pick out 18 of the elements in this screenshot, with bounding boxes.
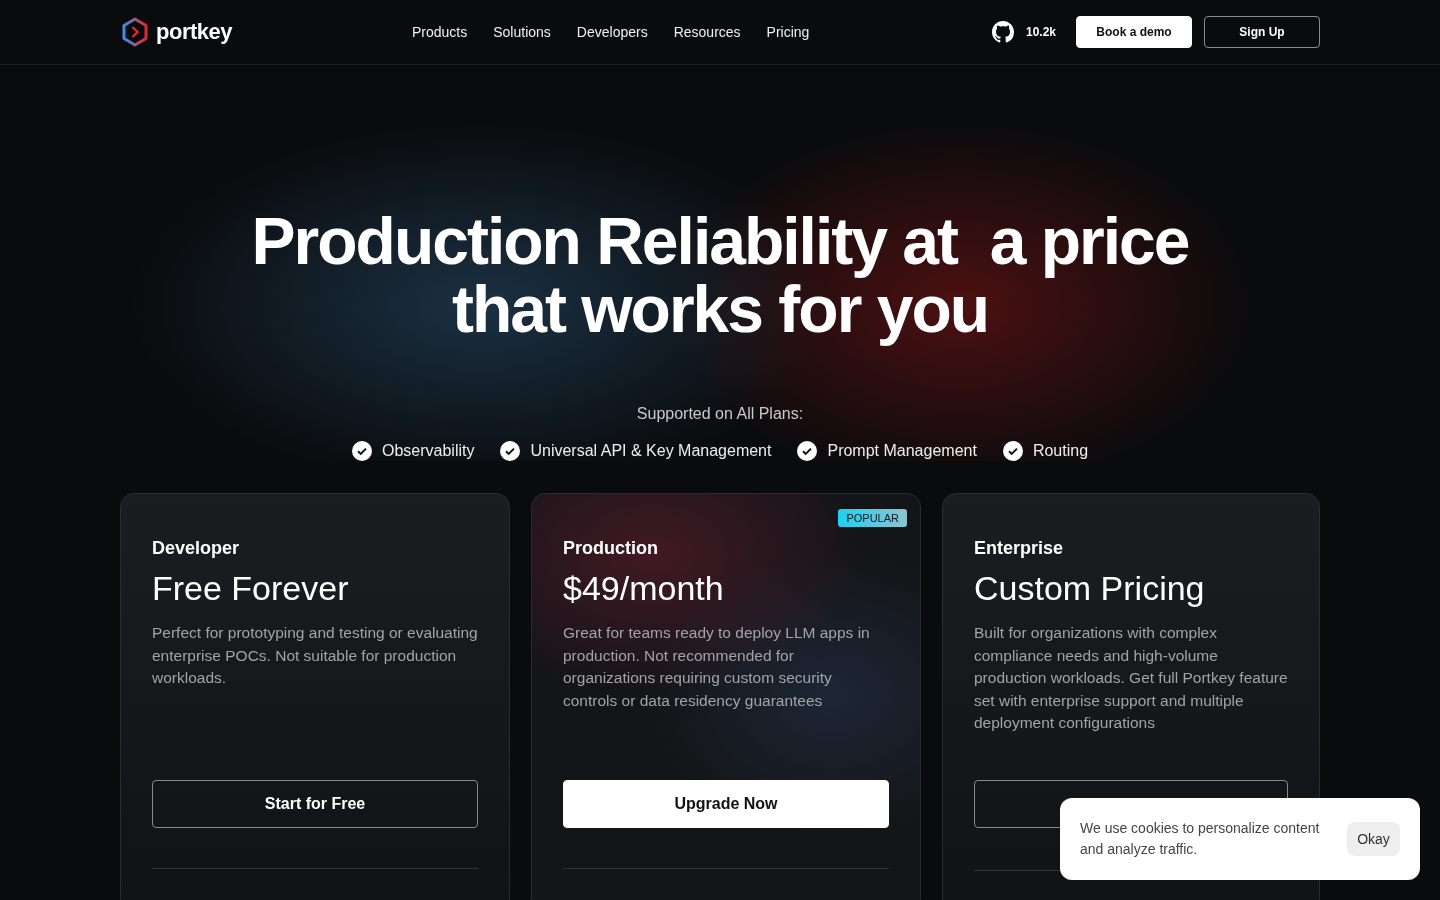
feature-label: Routing: [1032, 442, 1089, 460]
feature-label: Prompt Management: [827, 442, 977, 460]
plan-description: Perfect for prototyping and testing or evaluating enterprise POCs. Not suitable for production workloads.: [152, 623, 478, 688]
plan-price: Custom Pricing: [974, 569, 1206, 608]
plan-name: Developer: [152, 538, 241, 559]
popular-badge: POPULAR: [838, 509, 907, 527]
supported-label: Supported on All Plans:: [636, 405, 804, 423]
plan-description: Great for teams ready to deploy LLM apps in production. Not recommended for organizations requiring custom security controls or data residency guarantees: [563, 623, 871, 711]
plan-price: $49/month: [563, 569, 725, 608]
cookie-message: We use cookies to personalize content and analyze traffic.: [1080, 819, 1321, 859]
plan-price: Free Forever: [152, 569, 350, 608]
feature-label: Universal API & Key Management: [530, 442, 772, 460]
feature-label: Observability: [381, 442, 475, 460]
plan-name: Enterprise: [974, 538, 1065, 559]
brand-name: portkey: [156, 19, 232, 45]
plan-name: Production: [563, 538, 659, 559]
plan-description: Built for organizations with complex compliance needs and high-volume production workloads. Get full Portkey feature set with enterprise support and multiple deployment configurations: [974, 623, 1288, 733]
star-count: 10.2k: [1025, 25, 1056, 39]
